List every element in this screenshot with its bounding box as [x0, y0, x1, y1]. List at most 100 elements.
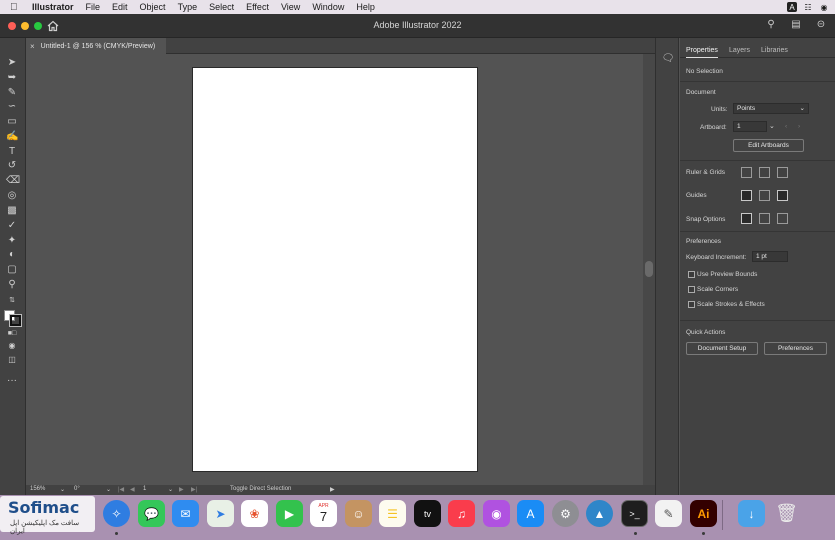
menu-edit[interactable]: Edit [112, 2, 128, 12]
puppet-warp-tool-icon[interactable]: ✦ [6, 235, 18, 247]
type-tool-icon[interactable]: T [6, 146, 18, 158]
menu-object[interactable]: Object [140, 2, 166, 12]
apple-icon[interactable]:  [10, 2, 22, 13]
rotate-tool-icon[interactable]: ↺ [6, 160, 18, 172]
gradient-tool-icon[interactable]: ▩ [6, 205, 18, 217]
downloads-folder-icon[interactable]: ↓ [738, 500, 765, 527]
artboard-select[interactable]: 1 [733, 121, 767, 132]
maps-icon[interactable]: ➤ [207, 500, 234, 527]
menu-effect[interactable]: Effect [246, 2, 269, 12]
more-tools-icon[interactable]: ··· [6, 375, 18, 387]
artboard-tool-icon[interactable]: ▢ [6, 264, 18, 276]
smart-guides-icon[interactable] [777, 190, 788, 201]
swap-fill-stroke-icon[interactable]: ⇅ [6, 295, 18, 307]
tab-libraries[interactable]: Libraries [761, 47, 788, 54]
zoom-tool-icon[interactable]: ⚲ [6, 279, 18, 291]
podcasts-icon[interactable]: ◉ [483, 500, 510, 527]
mail-icon[interactable]: ✉ [172, 500, 199, 527]
menu-illustrator[interactable]: Illustrator [32, 2, 74, 12]
lock-guides-icon[interactable] [759, 190, 770, 201]
safari-icon[interactable]: ✧ [103, 500, 130, 527]
siri-icon[interactable]: ◉ [819, 2, 829, 12]
rectangle-tool-icon[interactable]: ▭ [6, 116, 18, 128]
control-center-icon[interactable]: ☷ [803, 2, 813, 12]
eyedropper-tool-icon[interactable]: ✓ [6, 220, 18, 232]
screen-mode-icon[interactable]: ◫ [6, 354, 18, 366]
tab-properties[interactable]: Properties [686, 47, 718, 58]
vertical-scrollbar[interactable] [643, 54, 655, 485]
next-artboard-icon[interactable]: › [798, 123, 800, 130]
shape-builder-tool-icon[interactable]: ◎ [6, 190, 18, 202]
rotation-dropdown-icon[interactable]: ⌄ [106, 486, 111, 493]
menu-file[interactable]: File [86, 2, 101, 12]
units-select[interactable]: Points ⌄ [733, 103, 809, 114]
first-artboard-icon[interactable]: |◀ [118, 486, 124, 493]
document-setup-button[interactable]: Document Setup [686, 342, 758, 355]
share-icon[interactable]: ⊝ [815, 19, 827, 31]
rotation-value[interactable]: 0° [74, 486, 80, 492]
use-preview-bounds-checkbox[interactable] [688, 271, 695, 278]
edit-artboards-button[interactable]: Edit Artboards [733, 139, 804, 152]
scrollbar-thumb[interactable] [645, 261, 653, 277]
photos-icon[interactable]: ❀ [241, 500, 268, 527]
eraser-tool-icon[interactable]: ⌫ [6, 175, 20, 187]
menu-help[interactable]: Help [356, 2, 375, 12]
facetime-icon[interactable]: ▶ [276, 500, 303, 527]
search-icon[interactable]: ⚲ [765, 19, 777, 31]
system-preferences-icon[interactable]: ⚙ [552, 500, 579, 527]
artboard-dropdown-icon[interactable]: ⌄ [769, 122, 775, 130]
contacts-icon[interactable]: ☺ [345, 500, 372, 527]
curvature-tool-icon[interactable]: ∽ [6, 101, 18, 113]
snap-to-pixel-icon[interactable] [777, 213, 788, 224]
show-guides-icon[interactable] [741, 190, 752, 201]
artboard[interactable] [192, 67, 478, 472]
next-artboard-nav-icon[interactable]: ▶ [179, 486, 184, 493]
input-source-icon[interactable]: A [787, 2, 797, 12]
menu-window[interactable]: Window [312, 2, 344, 12]
altool-icon[interactable]: ▲ [586, 500, 613, 527]
keyboard-increment-input[interactable]: 1 pt [752, 251, 788, 262]
tab-document[interactable]: × Untitled-1 @ 156 % (CMYK/Preview) [26, 38, 166, 54]
workspace-icon[interactable]: ▤ [790, 19, 802, 31]
stroke-swatch[interactable] [9, 314, 22, 327]
pixel-grid-icon[interactable] [777, 167, 788, 178]
trash-icon[interactable]: 🗑 [773, 500, 800, 527]
artboard-number[interactable]: 1 [143, 486, 146, 492]
menu-select[interactable]: Select [209, 2, 234, 12]
scale-corners-checkbox[interactable] [688, 286, 695, 293]
menu-view[interactable]: View [281, 2, 300, 12]
apple-tv-icon[interactable]: tv [414, 500, 441, 527]
zoom-dropdown-icon[interactable]: ⌄ [60, 486, 65, 493]
snap-to-glyph-icon[interactable] [759, 213, 770, 224]
snap-to-point-icon[interactable] [741, 213, 752, 224]
rulers-icon[interactable] [741, 167, 752, 178]
music-icon[interactable]: ♫ [448, 500, 475, 527]
close-tab-icon[interactable]: × [30, 42, 35, 51]
blend-tool-icon[interactable]: ◐ [6, 249, 18, 261]
notes-icon[interactable]: ☰ [379, 500, 406, 527]
messages-icon[interactable]: 💬 [138, 500, 165, 527]
paintbrush-tool-icon[interactable]: ✍ [6, 131, 18, 143]
calendar-icon[interactable]: APR 7 [310, 500, 337, 527]
prev-artboard-nav-icon[interactable]: ◀ [130, 486, 135, 493]
last-artboard-icon[interactable]: ▶| [191, 486, 197, 493]
grid-icon[interactable] [759, 167, 770, 178]
tab-layers[interactable]: Layers [729, 47, 750, 54]
scale-strokes-checkbox[interactable] [688, 301, 695, 308]
pen-tool-icon[interactable]: ✎ [6, 87, 18, 99]
terminal-icon[interactable]: >_ [621, 500, 648, 527]
comments-icon[interactable]: 🗨 [661, 52, 675, 66]
menu-type[interactable]: Type [178, 2, 198, 12]
prev-artboard-icon[interactable]: ‹ [785, 123, 787, 130]
draw-mode-icon[interactable]: ◉ [6, 340, 18, 352]
illustrator-icon[interactable]: Ai [690, 500, 717, 527]
preferences-button[interactable]: Preferences [764, 342, 827, 355]
zoom-level[interactable]: 156% [30, 486, 45, 492]
selection-tool-icon[interactable]: ➤ [6, 57, 18, 69]
textedit-icon[interactable]: ✎ [655, 500, 682, 527]
app-store-icon[interactable]: A [517, 500, 544, 527]
status-menu-icon[interactable]: ▶ [330, 486, 335, 493]
color-mode-icon[interactable]: ■□ [6, 328, 18, 340]
artboard-nav-dropdown-icon[interactable]: ⌄ [168, 486, 173, 493]
direct-selection-tool-icon[interactable]: ➥ [6, 72, 18, 84]
